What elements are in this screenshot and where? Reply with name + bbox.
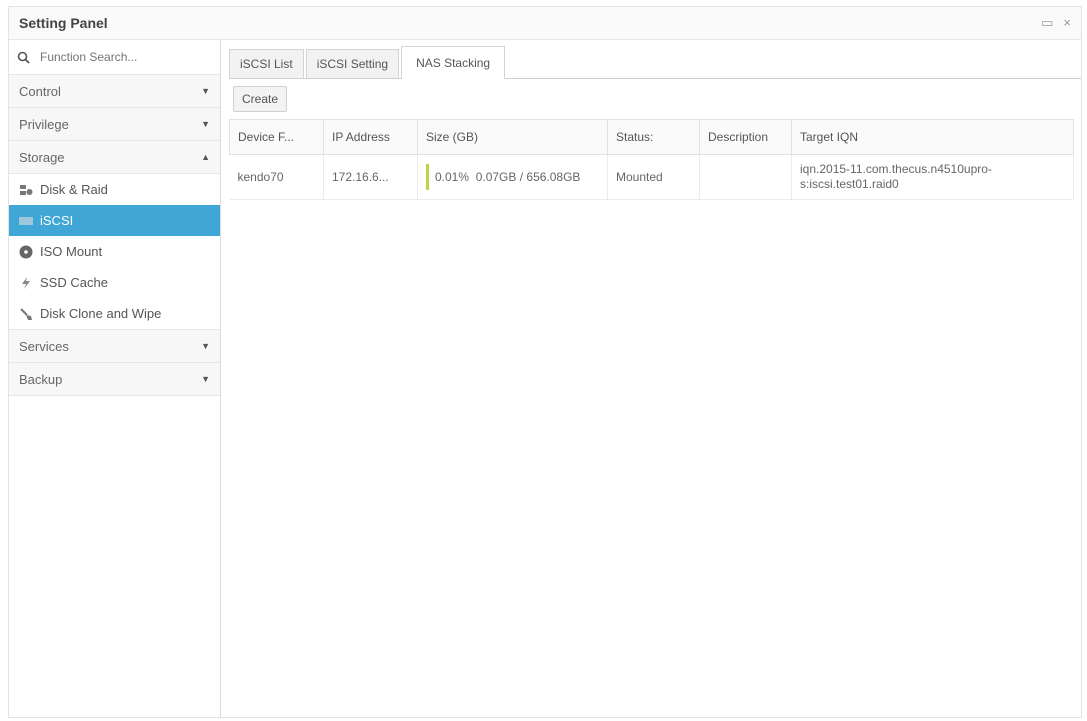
section-label: Storage [19, 149, 65, 165]
function-search [9, 40, 220, 75]
table-row[interactable]: kendo70 172.16.6... 0.01% 0.07GB / 656.0… [229, 154, 1074, 200]
sidebar-item-disk-clone-wipe[interactable]: Disk Clone and Wipe [9, 298, 220, 329]
disk-raid-icon [19, 183, 33, 197]
sidebar-item-iscsi[interactable]: iSCSI [9, 205, 220, 236]
sidebar-item-disk-raid[interactable]: Disk & Raid [9, 174, 220, 205]
sidebar-section-storage[interactable]: Storage ▲ [9, 141, 220, 174]
sidebar-item-label: Disk Clone and Wipe [40, 306, 162, 321]
create-button[interactable]: Create [233, 86, 288, 112]
sidebar-item-label: ISO Mount [40, 244, 103, 259]
chevron-down-icon: ▼ [201, 341, 210, 351]
sidebar-item-label: iSCSI [40, 213, 74, 228]
brush-icon [19, 307, 33, 321]
sidebar-section-backup[interactable]: Backup ▼ [9, 363, 220, 396]
toolbar: Create [229, 79, 1081, 119]
cell-status: Mounted [607, 154, 700, 200]
iscsi-icon [19, 214, 33, 228]
column-header-size[interactable]: Size (GB) [417, 119, 608, 155]
cell-ip: 172.16.6... [323, 154, 418, 200]
sidebar-item-ssd-cache[interactable]: SSD Cache [9, 267, 220, 298]
section-label: Privilege [19, 116, 69, 132]
section-label: Backup [19, 371, 63, 387]
column-header-device[interactable]: Device F... [229, 119, 324, 155]
section-label: Services [19, 338, 69, 354]
column-header-ip[interactable]: IP Address [323, 119, 418, 155]
table-header-row: Device F... IP Address Size (GB) Status:… [229, 119, 1074, 155]
chevron-up-icon: ▲ [201, 152, 210, 162]
tab-iscsi-list[interactable]: iSCSI List [229, 49, 304, 78]
cell-device: kendo70 [229, 154, 324, 200]
tab-bar: iSCSI List iSCSI Setting NAS Stacking [229, 46, 1081, 79]
column-header-target-iqn[interactable]: Target IQN [791, 119, 1074, 155]
tab-iscsi-setting[interactable]: iSCSI Setting [305, 49, 400, 78]
sidebar-item-iso-mount[interactable]: ISO Mount [9, 236, 220, 267]
search-input[interactable] [38, 49, 192, 65]
setting-panel-window: Setting Panel ▭ × Control ▼ Privilege ▼ [8, 6, 1082, 718]
sidebar-section-services[interactable]: Services ▼ [9, 329, 220, 363]
title-bar: Setting Panel ▭ × [9, 7, 1081, 40]
window-title: Setting Panel [19, 15, 108, 31]
chevron-down-icon: ▼ [201, 86, 210, 96]
cell-target-iqn: iqn.2015-11.com.thecus.n4510upro-s:iscsi… [791, 154, 1074, 200]
lightning-icon [19, 276, 33, 290]
search-icon [17, 51, 30, 64]
main-content: iSCSI List iSCSI Setting NAS Stacking Cr… [221, 40, 1081, 717]
chevron-down-icon: ▼ [201, 119, 210, 129]
column-header-description[interactable]: Description [699, 119, 792, 155]
sidebar: Control ▼ Privilege ▼ Storage ▲ Disk & R… [9, 40, 221, 717]
cell-description [699, 154, 792, 200]
window-controls: ▭ × [1041, 15, 1071, 31]
iso-mount-icon [19, 245, 33, 259]
nas-stacking-table: Device F... IP Address Size (GB) Status:… [229, 119, 1074, 200]
sidebar-section-privilege[interactable]: Privilege ▼ [9, 108, 220, 141]
sidebar-item-label: Disk & Raid [40, 182, 108, 197]
size-detail: 0.07GB / 656.08GB [475, 170, 581, 184]
restore-icon[interactable]: ▭ [1041, 15, 1053, 31]
chevron-down-icon: ▼ [201, 374, 210, 384]
tab-nas-stacking[interactable]: NAS Stacking [401, 46, 506, 79]
usage-bar [426, 164, 429, 190]
column-header-status[interactable]: Status: [607, 119, 700, 155]
sidebar-item-label: SSD Cache [40, 275, 108, 290]
size-percent: 0.01% [435, 170, 470, 184]
section-label: Control [19, 83, 61, 99]
cell-size: 0.01% 0.07GB / 656.08GB [417, 154, 608, 200]
sidebar-section-control[interactable]: Control ▼ [9, 75, 220, 108]
close-icon[interactable]: × [1063, 15, 1071, 31]
